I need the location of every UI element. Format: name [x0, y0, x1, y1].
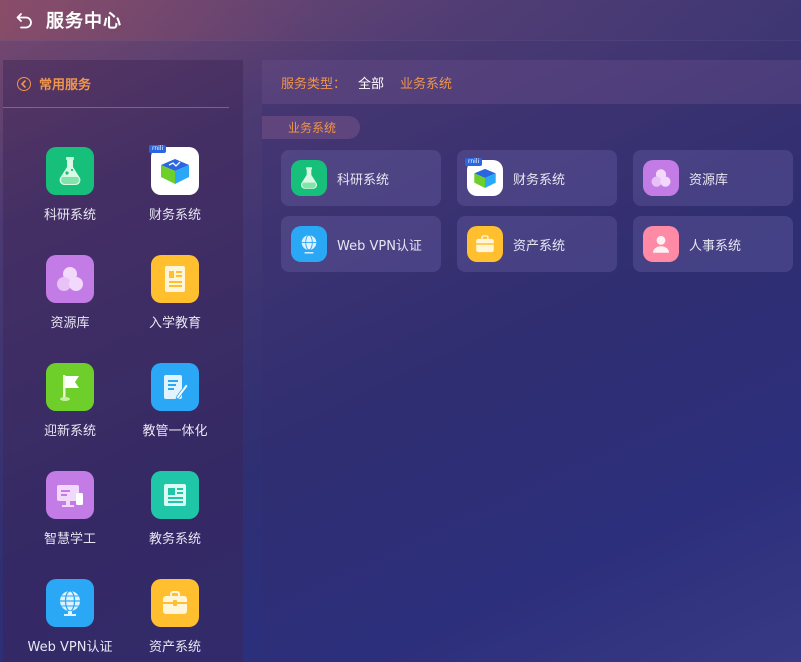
- sidebar-common-services: 常用服务 科研系统 rnili 财务系统 资源库 入学教育 迎新系统 教管一体化…: [3, 60, 243, 662]
- newspaper-icon: [151, 471, 199, 519]
- sidebar-item-ziyuanku[interactable]: 资源库: [15, 255, 125, 331]
- circles-icon: [643, 160, 679, 196]
- sidebar-item-keyan[interactable]: 科研系统: [15, 147, 125, 223]
- card-label: 资源库: [689, 172, 729, 188]
- filter-label: 服务类型：: [281, 76, 347, 92]
- sidebar-item-yingxin[interactable]: 迎新系统: [15, 363, 125, 439]
- sidebar-item-label: 科研系统: [43, 208, 96, 223]
- chevron-left-circle-icon[interactable]: [17, 76, 31, 91]
- card-zichan[interactable]: 资产系统: [457, 216, 617, 272]
- sidebar-item-caiwu[interactable]: rnili 财务系统: [120, 145, 230, 223]
- card-webvpn[interactable]: Web VPN认证: [281, 216, 441, 272]
- card-renshi[interactable]: 人事系统: [633, 216, 793, 272]
- sidebar-item-label: 资产系统: [148, 640, 201, 655]
- back-arrow-icon[interactable]: [14, 9, 36, 31]
- card-ziyuanku[interactable]: 资源库: [633, 150, 793, 206]
- sidebar-item-zhihui[interactable]: 智慧学工: [15, 471, 125, 547]
- card-label: 资产系统: [513, 238, 566, 254]
- card-label: 人事系统: [689, 238, 742, 254]
- category-tag: 业务系统: [262, 116, 361, 139]
- monitor-icon: [46, 471, 94, 519]
- circles-icon: [46, 255, 94, 303]
- sidebar-item-ruxue[interactable]: 入学教育: [120, 255, 230, 331]
- sidebar-item-label: 财务系统: [148, 208, 201, 223]
- flask-icon: [291, 160, 327, 196]
- card-label: Web VPN认证: [337, 238, 422, 254]
- finance-box-icon: rnili: [465, 158, 503, 196]
- sidebar-item-label: Web VPN认证: [27, 640, 113, 655]
- filter-option-all[interactable]: 全部: [358, 73, 384, 92]
- card-caiwu[interactable]: rnili 财务系统: [457, 150, 617, 206]
- card-label: 科研系统: [337, 172, 390, 188]
- briefcase-icon: [151, 579, 199, 627]
- brand-badge: rnili: [149, 145, 167, 153]
- sidebar-item-label: 迎新系统: [43, 424, 96, 439]
- sidebar-item-label: 教管一体化: [142, 424, 208, 439]
- sidebar-item-webvpn[interactable]: Web VPN认证: [15, 579, 125, 655]
- sidebar-item-zichan[interactable]: 资产系统: [120, 579, 230, 655]
- globe-icon: [46, 579, 94, 627]
- sidebar-item-label: 智慧学工: [43, 532, 96, 547]
- sidebar-title: 常用服务: [39, 78, 92, 93]
- flask-icon: [46, 147, 94, 195]
- flag-icon: [46, 363, 94, 411]
- service-type-filter: 服务类型： 全部 业务系统: [262, 60, 801, 104]
- sidebar-item-jiaowu[interactable]: 教务系统: [120, 471, 230, 547]
- filter-option-business[interactable]: 业务系统: [400, 73, 452, 92]
- sidebar-item-label: 教务系统: [148, 532, 201, 547]
- globe-icon: [291, 226, 327, 262]
- card-keyan[interactable]: 科研系统: [281, 150, 441, 206]
- brand-badge: rnili: [465, 158, 483, 166]
- person-icon: [643, 226, 679, 262]
- sidebar-item-label: 资源库: [50, 316, 90, 331]
- top-bar: 服务中心: [0, 0, 801, 40]
- finance-box-icon: rnili: [149, 145, 199, 195]
- sidebar-header: 常用服务: [3, 60, 229, 108]
- sidebar-item-label: 入学教育: [148, 316, 201, 331]
- page-title: 服务中心: [46, 11, 122, 32]
- edit-doc-icon: [151, 363, 199, 411]
- briefcase-icon: [467, 226, 503, 262]
- card-label: 财务系统: [513, 172, 566, 188]
- service-content: 业务系统 科研系统 rnili 财务系统 资源库 Web VPN认证 资产系统: [262, 104, 801, 662]
- sidebar-item-jiaoguan[interactable]: 教管一体化: [120, 363, 230, 439]
- document-icon: [151, 255, 199, 303]
